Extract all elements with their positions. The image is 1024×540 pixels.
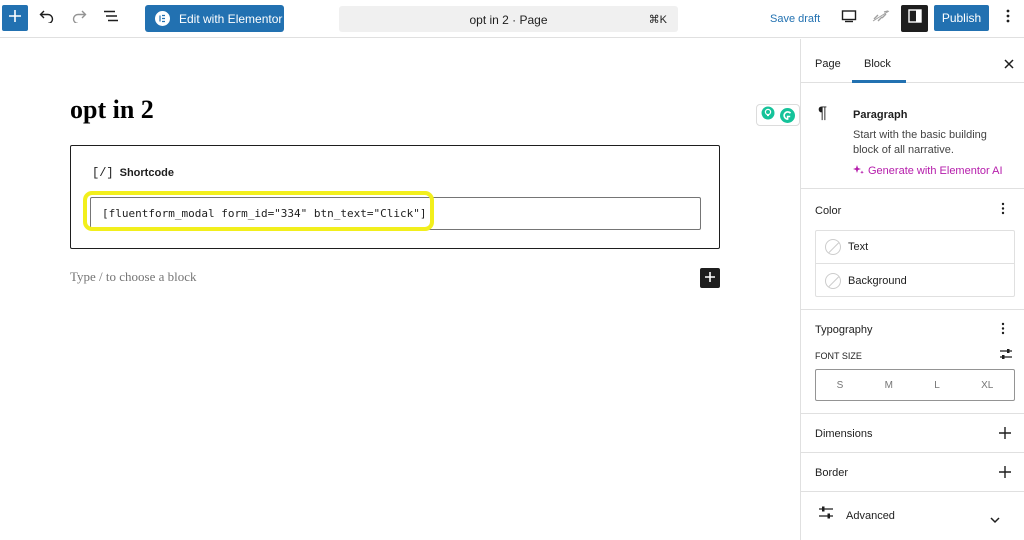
elementor-logo-icon xyxy=(155,11,170,26)
dimensions-section-title[interactable]: Dimensions xyxy=(815,428,872,440)
shortcode-label-text: Shortcode xyxy=(119,167,175,179)
view-link-icon xyxy=(871,9,891,28)
divider xyxy=(801,452,1024,453)
advanced-toggle-button[interactable] xyxy=(990,511,1000,529)
sidebar-tabs: Page Block xyxy=(801,39,1024,83)
color-options-button[interactable] xyxy=(1001,202,1005,218)
preview-button[interactable] xyxy=(838,7,860,29)
page-title[interactable]: opt in 2 xyxy=(70,95,154,125)
tab-page[interactable]: Page xyxy=(815,58,841,70)
document-title: opt in 2 · Page xyxy=(469,13,548,27)
undo-icon xyxy=(39,9,55,28)
font-size-option-m[interactable]: M xyxy=(885,380,893,391)
edit-with-elementor-button[interactable]: Edit with Elementor xyxy=(145,5,284,32)
desktop-icon xyxy=(841,9,857,28)
paragraph-icon: ¶ xyxy=(818,103,828,122)
editor-top-bar: Edit with Elementor opt in 2 · Page ⌘K S… xyxy=(0,0,1024,38)
view-page-button[interactable] xyxy=(870,7,892,29)
custom-size-button[interactable] xyxy=(999,347,1013,365)
generate-ai-label: Generate with Elementor AI xyxy=(868,165,1003,177)
add-block-button[interactable] xyxy=(2,5,28,31)
list-view-icon xyxy=(103,9,119,28)
shortcode-highlight-annotation xyxy=(83,191,434,231)
block-description: Start with the basic building block of a… xyxy=(853,129,987,156)
font-size-option-s[interactable]: S xyxy=(837,380,844,391)
grammarly-icon xyxy=(779,107,795,123)
plus-icon xyxy=(999,463,1011,482)
divider xyxy=(801,413,1024,414)
redo-button[interactable] xyxy=(68,7,90,29)
typography-section-title: Typography xyxy=(815,324,873,336)
settings-sidebar: Page Block ¶ Paragraph Start with the ba… xyxy=(800,39,1024,540)
more-vertical-icon xyxy=(1001,202,1005,218)
settings-toggle-button[interactable] xyxy=(901,5,928,32)
tab-block[interactable]: Block xyxy=(864,58,891,70)
lightbulb-icon xyxy=(761,106,775,125)
color-swatch-empty xyxy=(825,272,841,289)
editor-canvas: opt in 2 [/] Shortcode [fluentform_modal… xyxy=(0,39,800,540)
color-panel: Text Background xyxy=(815,230,1015,297)
font-size-option-l[interactable]: L xyxy=(934,380,940,391)
inline-add-block-button[interactable] xyxy=(700,268,720,288)
save-draft-button[interactable]: Save draft xyxy=(770,13,820,25)
chevron-down-icon xyxy=(990,511,1000,528)
color-item-background[interactable]: Background xyxy=(816,264,1014,297)
font-size-picker: S M L XL xyxy=(815,369,1015,401)
border-section-title[interactable]: Border xyxy=(815,467,848,479)
divider xyxy=(801,309,1024,310)
typography-options-button[interactable] xyxy=(1001,322,1005,338)
block-card: ¶ Paragraph Start with the basic buildin… xyxy=(801,83,1024,189)
add-border-button[interactable] xyxy=(999,465,1011,481)
command-palette-bar[interactable]: opt in 2 · Page ⌘K xyxy=(339,6,678,32)
divider xyxy=(801,491,1024,492)
font-size-option-xl[interactable]: XL xyxy=(981,380,993,391)
grammarly-widget[interactable] xyxy=(756,104,800,126)
font-size-label: FONT SIZE xyxy=(815,351,862,361)
advanced-section-title[interactable]: Advanced xyxy=(846,510,895,522)
add-dimensions-button[interactable] xyxy=(999,426,1011,442)
plus-icon xyxy=(999,424,1011,443)
publish-button[interactable]: Publish xyxy=(934,5,989,31)
sidebar-toggle-icon xyxy=(907,9,922,28)
sparkle-icon xyxy=(853,164,864,178)
color-swatch-empty xyxy=(825,239,841,255)
close-sidebar-button[interactable] xyxy=(1004,57,1014,72)
block-name: Paragraph xyxy=(853,109,908,121)
sliders-icon xyxy=(999,347,1013,364)
close-icon xyxy=(1004,57,1014,72)
plus-icon xyxy=(8,9,22,28)
undo-button[interactable] xyxy=(36,7,58,29)
more-vertical-icon xyxy=(1001,322,1005,338)
redo-icon xyxy=(71,9,87,28)
command-shortcut: ⌘K xyxy=(648,14,667,26)
color-section-title: Color xyxy=(815,205,842,217)
generate-with-ai-link[interactable]: Generate with Elementor AI xyxy=(853,164,1003,178)
color-item-text[interactable]: Text xyxy=(816,231,1014,264)
advanced-settings-icon xyxy=(818,506,834,525)
shortcode-block-label: [/] Shortcode xyxy=(92,166,174,180)
more-vertical-icon xyxy=(1006,9,1010,28)
plus-icon xyxy=(705,269,715,287)
document-overview-button[interactable] xyxy=(100,7,122,29)
elementor-button-label: Edit with Elementor xyxy=(179,11,283,26)
options-button[interactable] xyxy=(997,7,1019,29)
shortcode-icon: [/] xyxy=(92,166,114,180)
color-item-label: Background xyxy=(848,274,907,287)
block-placeholder[interactable]: Type / to choose a block xyxy=(70,269,197,285)
color-item-label: Text xyxy=(848,241,869,253)
